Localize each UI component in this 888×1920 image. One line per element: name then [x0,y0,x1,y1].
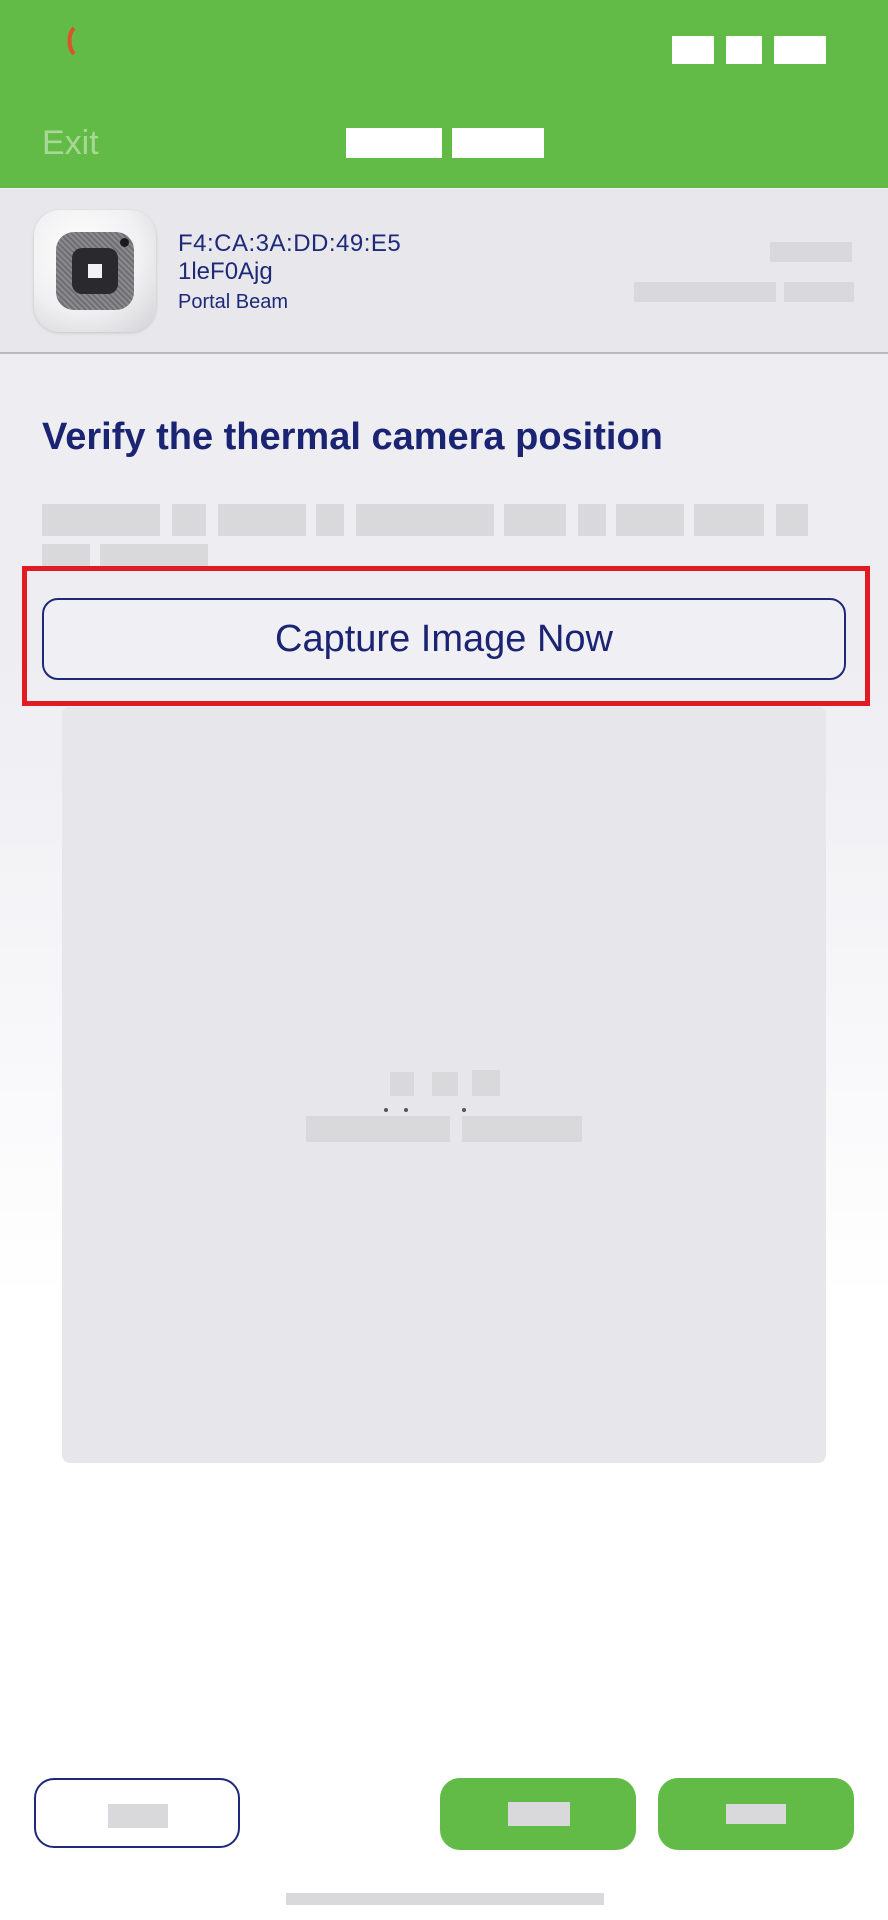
header-title-redacted-2 [452,128,544,158]
home-indicator [286,1893,604,1905]
device-status-redacted-3 [784,282,854,302]
action-button-primary[interactable] [440,1778,636,1850]
status-bar-redacted-1 [672,36,714,64]
sensor-dot-icon [120,238,129,247]
device-serial: 1leF0Ajg [178,258,273,285]
action-button-next[interactable] [658,1778,854,1850]
back-button[interactable] [34,1778,240,1848]
header-title-redacted-1 [346,128,442,158]
page-title: Verify the thermal camera position [42,416,663,458]
capture-image-button[interactable]: Capture Image Now [42,598,846,680]
device-model: Portal Beam [178,291,289,313]
device-status-redacted-2 [634,282,776,302]
device-status-redacted-1 [770,242,852,262]
exit-button[interactable]: Exit [42,124,99,163]
status-bar-redacted-3 [774,36,826,64]
device-thumbnail [34,210,156,332]
status-indicator-icon [67,26,76,56]
app-header [0,0,888,188]
lens-center-icon [88,264,102,278]
status-bar-redacted-2 [726,36,762,64]
device-mac-address: F4:CA:3A:DD:49:E5 [178,230,402,257]
